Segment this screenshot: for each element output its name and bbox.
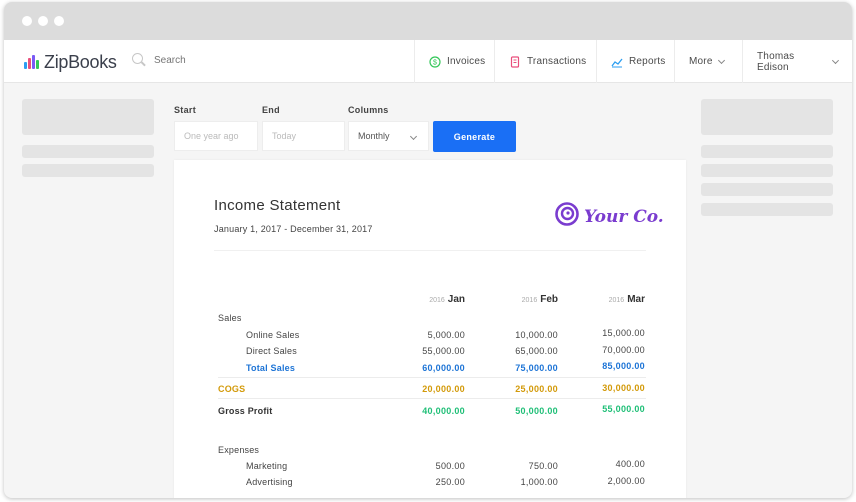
- nav-more[interactable]: More: [674, 40, 742, 83]
- dollar-circle-icon: $: [429, 55, 441, 68]
- nav-invoices[interactable]: $ Invoices: [414, 40, 494, 83]
- right-skeleton-line: [701, 164, 833, 177]
- right-skeleton-line: [701, 183, 833, 196]
- online-sales-label: Online Sales: [246, 330, 300, 340]
- online-sales-jan: 5,000.00: [427, 330, 465, 340]
- user-name: Thomas Edison: [757, 50, 795, 73]
- left-skeleton-block: [22, 99, 154, 135]
- total-sales-jan: 60,000.00: [422, 363, 465, 373]
- end-label: End: [262, 105, 280, 115]
- right-skeleton-line: [701, 203, 833, 216]
- chart-icon: [611, 56, 623, 68]
- logo-text: ZipBooks: [44, 51, 117, 72]
- receipt-icon: [509, 55, 521, 68]
- window-dot-icon: [54, 16, 64, 26]
- company-logo: Your Co.: [555, 202, 664, 231]
- window-dot-icon: [38, 16, 48, 26]
- chevron-down-icon: [409, 132, 418, 141]
- chevron-down-icon: [717, 56, 725, 64]
- svg-text:$: $: [433, 59, 437, 66]
- generate-button[interactable]: Generate: [433, 121, 516, 152]
- marketing-jan: 500.00: [435, 461, 465, 471]
- income-statement-card: Income Statement January 1, 2017 - Decem…: [174, 160, 686, 498]
- nav-reports-label: Reports: [629, 56, 666, 67]
- cogs-divider: [218, 398, 646, 399]
- advertising-jan: 250.00: [435, 477, 465, 487]
- gross-profit-feb: 50,000.00: [515, 406, 558, 416]
- title-bar: [4, 2, 852, 40]
- search-box[interactable]: [132, 53, 274, 67]
- columns-label: Columns: [348, 105, 389, 115]
- cogs-label: COGS: [218, 384, 246, 394]
- marketing-mar: 400.00: [615, 459, 645, 469]
- right-skeleton-block: [701, 99, 833, 135]
- online-sales-feb: 10,000.00: [515, 330, 558, 340]
- marketing-feb: 750.00: [528, 461, 558, 471]
- end-date-field[interactable]: Today: [262, 121, 345, 151]
- advertising-label: Advertising: [246, 477, 293, 487]
- marketing-label: Marketing: [246, 461, 288, 471]
- total-sales-feb: 75,000.00: [515, 363, 558, 373]
- search-icon: [132, 53, 146, 67]
- columns-select-value: Monthly: [358, 131, 390, 141]
- header-divider: [214, 250, 646, 251]
- direct-sales-jan: 55,000.00: [422, 346, 465, 356]
- logo-bars-icon: [24, 55, 40, 69]
- nav-transactions-label: Transactions: [527, 56, 587, 67]
- total-sales-label: Total Sales: [246, 363, 296, 373]
- window-dot-icon: [22, 16, 32, 26]
- cogs-mar: 30,000.00: [602, 383, 645, 393]
- search-input[interactable]: [154, 54, 274, 66]
- left-skeleton-line: [22, 164, 154, 177]
- company-logo-text: Your Co.: [584, 206, 664, 227]
- nav-reports[interactable]: Reports: [596, 40, 674, 83]
- gross-profit-jan: 40,000.00: [422, 406, 465, 416]
- zipbooks-logo[interactable]: ZipBooks: [24, 51, 117, 73]
- cogs-feb: 25,000.00: [515, 384, 558, 394]
- spiral-logo-icon: [555, 202, 579, 231]
- sales-section-label: Sales: [218, 313, 242, 323]
- advertising-feb: 1,000.00: [520, 477, 558, 487]
- direct-sales-mar: 70,000.00: [602, 345, 645, 355]
- top-navbar: ZipBooks $ Invoices Transactions: [4, 40, 852, 83]
- nav-invoices-label: Invoices: [447, 56, 486, 67]
- left-skeleton-line: [22, 145, 154, 158]
- start-date-field[interactable]: One year ago: [174, 121, 258, 151]
- column-header-mar: 2016 Mar: [608, 294, 645, 305]
- online-sales-mar: 15,000.00: [602, 328, 645, 338]
- cogs-jan: 20,000.00: [422, 384, 465, 394]
- report-title: Income Statement: [214, 197, 341, 214]
- columns-select[interactable]: Monthly: [348, 121, 429, 151]
- expenses-section-label: Expenses: [218, 445, 260, 455]
- direct-sales-label: Direct Sales: [246, 346, 297, 356]
- column-header-feb: 2016 Feb: [521, 294, 558, 305]
- browser-window: ZipBooks $ Invoices Transactions: [4, 2, 852, 498]
- right-skeleton-line: [701, 145, 833, 158]
- advertising-mar: 2,000.00: [607, 476, 645, 486]
- gross-profit-label: Gross Profit: [218, 406, 273, 416]
- direct-sales-feb: 65,000.00: [515, 346, 558, 356]
- chevron-down-icon: [832, 56, 840, 64]
- user-menu[interactable]: Thomas Edison: [742, 40, 852, 83]
- total-sales-divider: [218, 377, 646, 378]
- report-date-range: January 1, 2017 - December 31, 2017: [214, 224, 373, 234]
- nav-transactions[interactable]: Transactions: [494, 40, 596, 83]
- total-sales-mar: 85,000.00: [602, 361, 645, 371]
- column-header-jan: 2016 Jan: [429, 294, 465, 305]
- gross-profit-mar: 55,000.00: [602, 404, 645, 414]
- nav-more-label: More: [689, 56, 713, 67]
- start-label: Start: [174, 105, 197, 115]
- nav-links: $ Invoices Transactions Reports More Tho…: [414, 40, 852, 83]
